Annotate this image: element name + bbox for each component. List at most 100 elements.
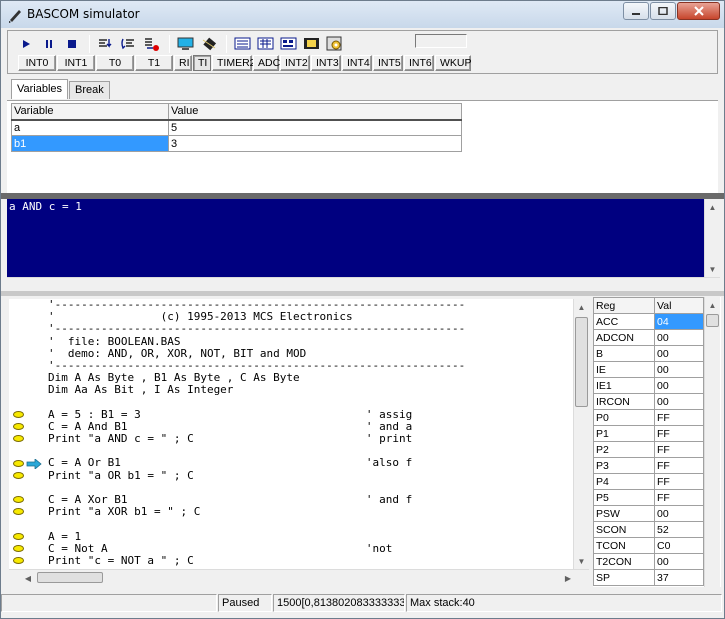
table-row[interactable]: P2 FF bbox=[593, 441, 704, 458]
register-value[interactable]: FF bbox=[654, 425, 704, 442]
register-name[interactable]: IRCON bbox=[593, 393, 655, 410]
source-line[interactable]: A = 1 bbox=[48, 530, 573, 543]
register-name[interactable]: IE bbox=[593, 361, 655, 378]
registers-scrollbar[interactable]: ▲ bbox=[704, 297, 720, 587]
step-into-icon[interactable] bbox=[96, 34, 116, 54]
table-row[interactable]: P5 FF bbox=[593, 489, 704, 506]
interrupt-button-wkup[interactable]: WKUP bbox=[435, 55, 472, 71]
table-row[interactable]: P1 FF bbox=[593, 425, 704, 442]
run-to-cursor-icon[interactable] bbox=[142, 34, 162, 54]
breakpoint-icon[interactable] bbox=[13, 508, 24, 516]
variable-name[interactable]: a bbox=[11, 119, 169, 136]
table-row[interactable]: SP 37 bbox=[593, 569, 704, 586]
column-header-val[interactable]: Val bbox=[654, 297, 704, 314]
register-value[interactable]: FF bbox=[654, 409, 704, 426]
keyboard-icon[interactable] bbox=[256, 34, 276, 54]
close-button[interactable] bbox=[677, 2, 720, 20]
output-hscrollbar[interactable] bbox=[7, 277, 720, 291]
source-editor[interactable]: '---------------------------------------… bbox=[45, 299, 573, 569]
film-icon[interactable] bbox=[302, 34, 322, 54]
tab-break[interactable]: Break bbox=[69, 81, 110, 99]
register-value[interactable]: 00 bbox=[654, 553, 704, 570]
register-name[interactable]: B bbox=[593, 345, 655, 362]
scroll-down-icon[interactable]: ▼ bbox=[705, 261, 720, 277]
register-value[interactable]: FF bbox=[654, 473, 704, 490]
register-value[interactable]: 52 bbox=[654, 521, 704, 538]
breakpoint-icon[interactable] bbox=[13, 435, 24, 443]
breakpoint-icon[interactable] bbox=[13, 545, 24, 552]
source-line[interactable] bbox=[48, 397, 573, 409]
interrupt-button-int1[interactable]: INT1 bbox=[57, 55, 95, 71]
register-name[interactable]: SP bbox=[593, 569, 655, 586]
interrupt-button-adc[interactable]: ADC bbox=[253, 55, 280, 71]
source-line[interactable]: ' file: BOOLEAN.BAS bbox=[48, 335, 573, 348]
table-row[interactable]: IE 00 bbox=[593, 361, 704, 378]
interrupt-button-int5[interactable]: INT5 bbox=[373, 55, 403, 71]
output-scrollbar[interactable]: ▲ ▼ bbox=[704, 199, 720, 277]
source-line[interactable]: Print "a XOR b1 = " ; C bbox=[48, 505, 573, 518]
table-row[interactable]: P0 FF bbox=[593, 409, 704, 426]
register-name[interactable]: ADCON bbox=[593, 329, 655, 346]
table-row[interactable]: ADCON 00 bbox=[593, 329, 704, 346]
variable-value[interactable]: 5 bbox=[168, 119, 462, 136]
minimize-button[interactable] bbox=[623, 2, 649, 20]
source-hscrollbar[interactable]: ◀ ▶ bbox=[9, 569, 589, 585]
register-value[interactable]: FF bbox=[654, 489, 704, 506]
variable-name[interactable]: b1 bbox=[11, 135, 169, 152]
breakpoint-gutter[interactable] bbox=[9, 299, 45, 569]
interrupt-button-timer2[interactable]: TIMER2 bbox=[212, 55, 256, 71]
table-row[interactable]: IE1 00 bbox=[593, 377, 704, 394]
maximize-button[interactable] bbox=[650, 2, 676, 20]
register-name[interactable]: P1 bbox=[593, 425, 655, 442]
scroll-left-icon[interactable]: ◀ bbox=[21, 570, 35, 586]
source-line[interactable]: Print "a AND c = " ; C ' print bbox=[48, 432, 573, 445]
speed-field[interactable] bbox=[415, 34, 467, 48]
register-name[interactable]: P3 bbox=[593, 457, 655, 474]
lcd-icon[interactable] bbox=[233, 34, 253, 54]
run-icon[interactable] bbox=[16, 34, 36, 54]
scroll-up-icon[interactable]: ▲ bbox=[705, 199, 720, 215]
breakpoint-icon[interactable] bbox=[13, 532, 24, 540]
register-value[interactable]: 00 bbox=[654, 345, 704, 362]
register-name[interactable]: P2 bbox=[593, 441, 655, 458]
table-row[interactable]: SCON 52 bbox=[593, 521, 704, 538]
pause-icon[interactable] bbox=[39, 34, 59, 54]
scroll-down-icon[interactable]: ▼ bbox=[574, 553, 589, 569]
table-row[interactable]: T2CON 00 bbox=[593, 553, 704, 570]
scroll-right-icon[interactable]: ▶ bbox=[561, 570, 575, 586]
breakpoint-icon[interactable] bbox=[13, 471, 24, 479]
register-name[interactable]: P5 bbox=[593, 489, 655, 506]
interrupt-button-t0[interactable]: T0 bbox=[96, 55, 134, 71]
register-name[interactable]: SCON bbox=[593, 521, 655, 538]
tab-variables[interactable]: Variables bbox=[11, 79, 69, 99]
register-value[interactable]: 00 bbox=[654, 329, 704, 346]
stop-icon[interactable] bbox=[62, 34, 82, 54]
table-row[interactable]: B 00 bbox=[593, 345, 704, 362]
register-name[interactable]: TCON bbox=[593, 537, 655, 554]
source-line[interactable]: Print "c = NOT a " ; C bbox=[48, 554, 573, 567]
chip-icon[interactable] bbox=[199, 34, 219, 54]
register-name[interactable]: ACC bbox=[593, 313, 655, 330]
register-name[interactable]: T2CON bbox=[593, 553, 655, 570]
source-line[interactable] bbox=[48, 518, 573, 530]
interrupt-button-int3[interactable]: INT3 bbox=[311, 55, 341, 71]
breakpoint-icon[interactable] bbox=[13, 423, 24, 430]
source-line[interactable]: Dim Aa As Bit , I As Integer bbox=[48, 384, 573, 396]
interrupt-button-int6[interactable]: INT6 bbox=[404, 55, 434, 71]
register-value[interactable]: 00 bbox=[654, 377, 704, 394]
interrupt-button-int0[interactable]: INT0 bbox=[18, 55, 56, 71]
source-line[interactable]: '---------------------------------------… bbox=[48, 323, 573, 335]
scroll-up-icon[interactable]: ▲ bbox=[574, 299, 589, 315]
column-header-variable[interactable]: Variable bbox=[11, 103, 169, 121]
interrupt-button-t1[interactable]: T1 bbox=[135, 55, 173, 71]
register-value[interactable]: FF bbox=[654, 457, 704, 474]
breakpoint-icon[interactable] bbox=[13, 410, 24, 418]
register-name[interactable]: IE1 bbox=[593, 377, 655, 394]
column-header-value[interactable]: Value bbox=[168, 103, 462, 121]
register-value[interactable]: C0 bbox=[654, 537, 704, 554]
interrupt-button-ri[interactable]: RI bbox=[174, 55, 192, 71]
step-over-icon[interactable] bbox=[119, 34, 139, 54]
register-name[interactable]: P4 bbox=[593, 473, 655, 490]
table-row[interactable]: b1 3 bbox=[11, 135, 462, 152]
breakpoint-icon[interactable] bbox=[13, 496, 24, 504]
